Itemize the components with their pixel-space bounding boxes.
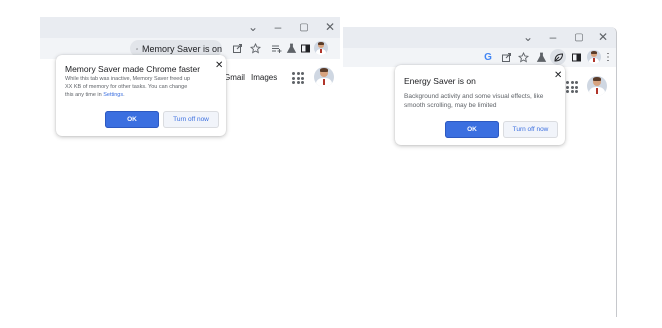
settings-link[interactable]: Settings <box>103 92 123 98</box>
minimize-button[interactable]: – <box>544 29 562 45</box>
energy-saver-dialog: Energy Saver is on ✕ Background activity… <box>395 65 565 145</box>
star-icon[interactable] <box>516 50 530 64</box>
close-icon[interactable]: ✕ <box>554 70 562 81</box>
collapse-icon[interactable]: ⌄ <box>519 29 537 45</box>
dialog-body-line: XX KB of memory for other tasks. You can… <box>65 83 188 90</box>
dialog-body-line: While this tab was inactive, Memory Save… <box>65 76 191 82</box>
gmail-link[interactable]: Gmail <box>224 73 245 82</box>
close-button[interactable]: ✕ <box>321 19 339 35</box>
dialog-body: While this tab was inactive, Memory Save… <box>65 76 223 100</box>
images-link[interactable]: Images <box>251 73 277 82</box>
title-bar: ⌄ – ▢ ✕ <box>40 17 340 38</box>
memory-saver-dialog: Memory Saver made Chrome faster ✕ While … <box>56 55 226 136</box>
share-icon[interactable] <box>499 50 513 64</box>
close-icon[interactable]: ✕ <box>215 60 223 71</box>
more-menu-icon[interactable]: ⋮ <box>603 50 613 64</box>
google-lens-icon[interactable]: G <box>481 50 495 64</box>
ok-button[interactable]: OK <box>105 111 159 128</box>
collapse-icon[interactable]: ⌄ <box>244 19 262 35</box>
maximize-button[interactable]: ▢ <box>570 29 588 45</box>
title-bar: ⌄ – ▢ ✕ <box>343 27 616 48</box>
dialog-body-line: smooth scrolling, may be limited <box>404 102 497 110</box>
minimize-button[interactable]: – <box>269 19 287 35</box>
dialog-title: Energy Saver is on <box>404 76 476 86</box>
energy-saver-icon[interactable] <box>550 49 566 65</box>
dialog-body: Background activity and some visual effe… <box>404 92 562 111</box>
dialog-body-line: this any time in Settings. <box>65 92 223 100</box>
share-icon[interactable] <box>230 41 244 55</box>
apps-grid-icon[interactable] <box>566 81 578 93</box>
profile-avatar[interactable] <box>587 50 601 64</box>
speedometer-icon <box>136 47 138 50</box>
dialog-body-line: Background activity and some visual effe… <box>404 93 544 100</box>
apps-grid-icon[interactable] <box>292 72 304 84</box>
dialog-body-text: . <box>123 91 125 98</box>
side-panel-icon[interactable] <box>298 41 312 55</box>
account-avatar[interactable] <box>314 67 334 87</box>
close-button[interactable]: ✕ <box>594 29 612 45</box>
profile-avatar[interactable] <box>314 41 328 55</box>
turn-off-button[interactable]: Turn off now <box>503 121 558 138</box>
star-icon[interactable] <box>248 41 262 55</box>
labs-flask-icon[interactable] <box>534 50 548 64</box>
labs-flask-icon[interactable] <box>284 41 298 55</box>
reading-list-icon[interactable] <box>269 41 283 55</box>
maximize-button[interactable]: ▢ <box>295 19 313 35</box>
ok-button[interactable]: OK <box>445 121 499 138</box>
side-panel-icon[interactable] <box>569 50 583 64</box>
memory-saver-chip-label: Memory Saver is on <box>141 43 222 54</box>
dialog-body-text: this any time in <box>65 91 104 98</box>
account-avatar[interactable] <box>587 76 607 96</box>
turn-off-button[interactable]: Turn off now <box>163 111 219 128</box>
dialog-title: Memory Saver made Chrome faster <box>65 64 201 74</box>
